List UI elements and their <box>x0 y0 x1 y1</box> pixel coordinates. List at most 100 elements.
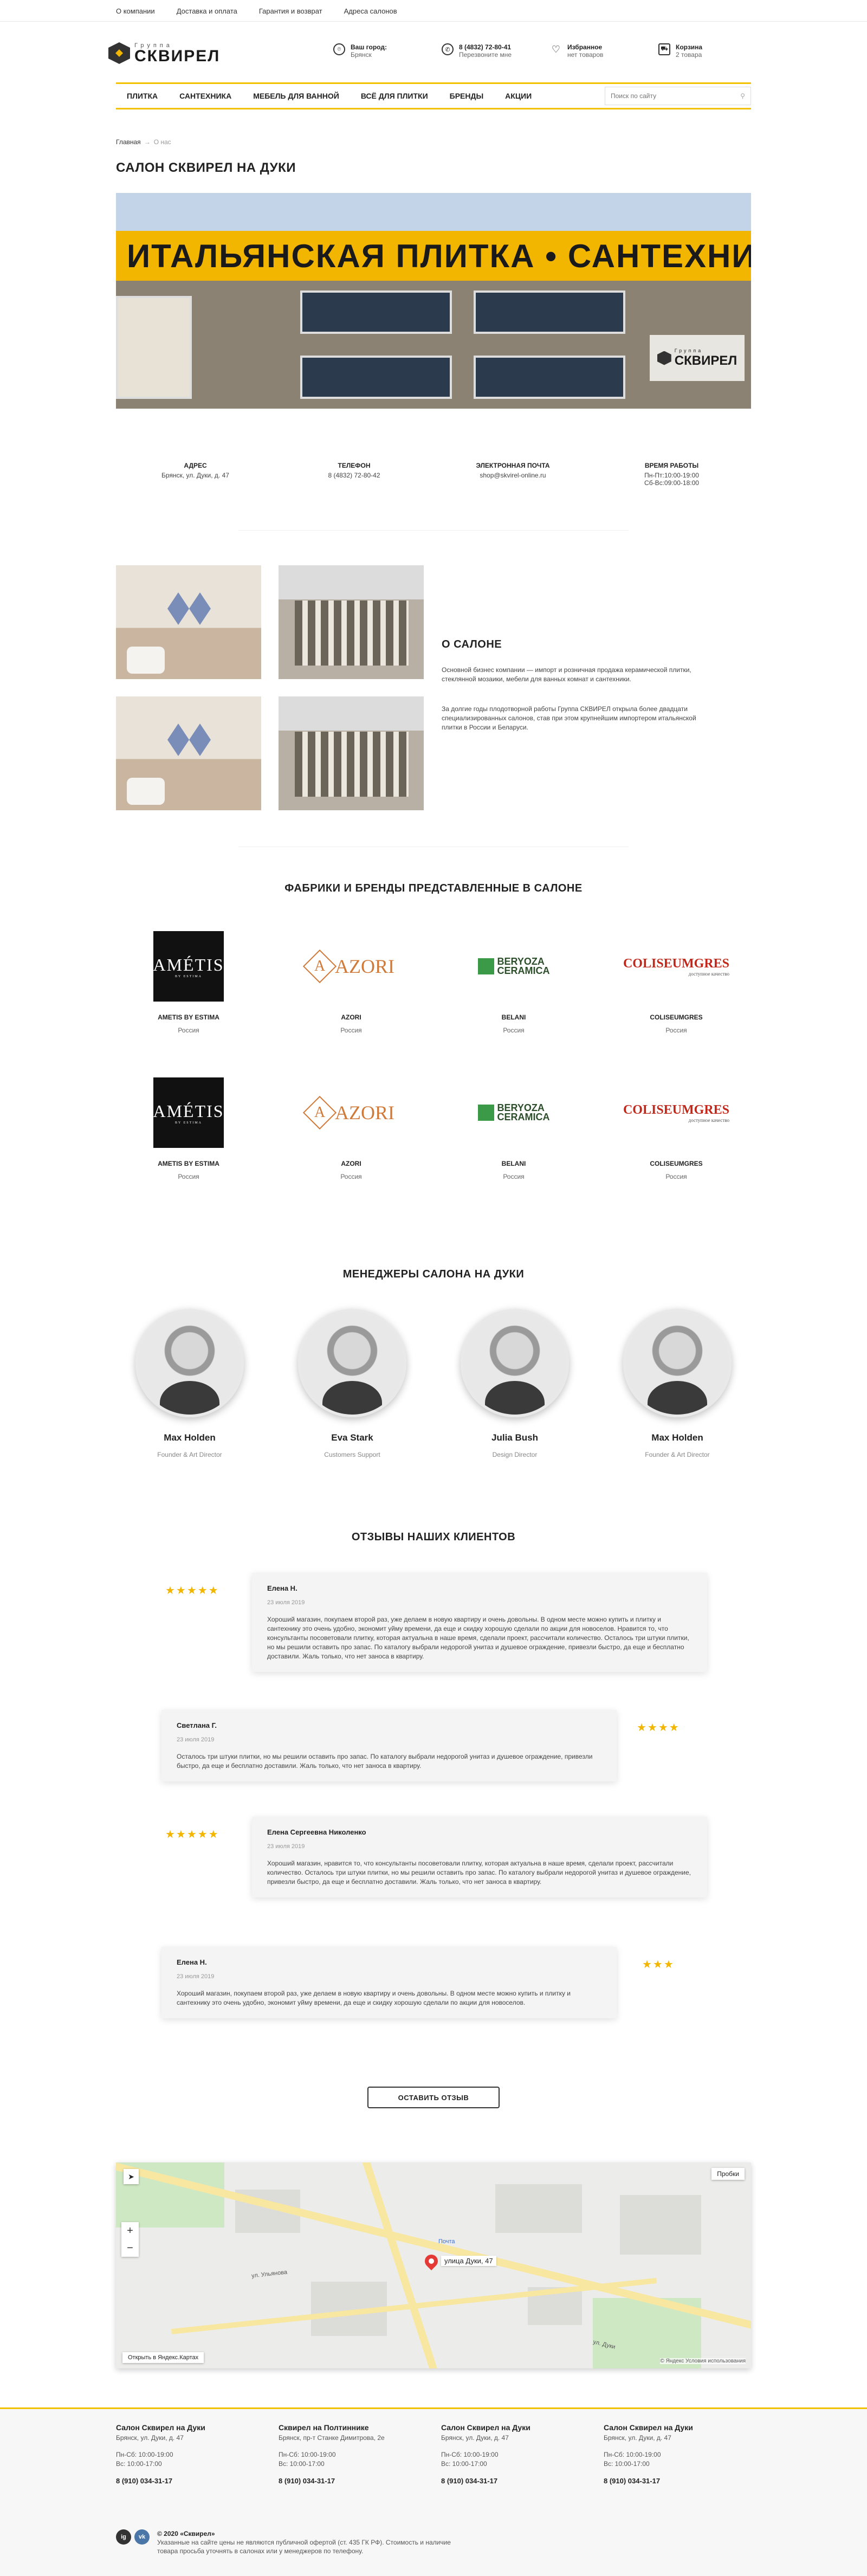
footer-legal: © 2020 «Сквирел» Указанные на сайте цены… <box>157 2529 461 2555</box>
brand-logo-text: CERAMICA <box>497 1112 550 1122</box>
brand-card[interactable]: A AZORI AZORI Россия <box>281 931 422 1034</box>
map-copyright[interactable]: © Яндекс Условия использования <box>660 2358 746 2364</box>
brand-card[interactable]: A AZORI AZORI Россия <box>281 1077 422 1180</box>
salon-contacts: Адрес Брянск, ул. Дуки, д. 47 Телефон 8 (4… <box>116 462 751 487</box>
footer-salon-address: Брянск, ул. Дуки, д. 47 <box>441 2434 509 2442</box>
footer-salon-phone[interactable]: 8 (910) 034-31-17 <box>279 2476 425 2485</box>
footer-salon-phone[interactable]: 8 (910) 034-31-17 <box>441 2476 587 2485</box>
yandex-map[interactable]: ул. Дуки Почта ул. Ульянова улица Дуки, … <box>116 2162 751 2368</box>
brand-logo-mark: A <box>314 957 326 974</box>
salon-photo[interactable] <box>116 696 261 810</box>
leave-review-button[interactable]: Оставить отзыв <box>367 2087 500 2108</box>
brand-logo: BERYOZA CERAMICA <box>477 1103 550 1122</box>
brand-country: Россия <box>340 1173 362 1180</box>
footer-salon-title[interactable]: Салон Сквирел на Дуки <box>441 2423 587 2432</box>
traffic-button[interactable]: Пробки <box>711 2168 745 2180</box>
review-author: Елена Н. <box>267 1584 297 1592</box>
search-icon[interactable]: ⚲ <box>740 92 745 100</box>
salon-photo[interactable] <box>116 565 261 679</box>
managers-title: Менеджеры салона на Дуки <box>342 1268 525 1280</box>
city-label: Ваш город: <box>351 43 387 51</box>
nav-item-furniture[interactable]: Мебель для ванной <box>242 92 350 100</box>
brand-card[interactable]: BERYOZA CERAMICA BELANI Россия <box>443 931 584 1034</box>
header-phone[interactable]: ✆ 8 (4832) 72-80-41 Перезвоните мне <box>442 43 512 59</box>
instagram-icon[interactable]: ig <box>116 2529 131 2545</box>
footer-salon-title[interactable]: Салон Сквирел на Дуки <box>116 2423 262 2432</box>
brand-card[interactable]: BERYOZA CERAMICA BELANI Россия <box>443 1077 584 1180</box>
nav-item-brands[interactable]: Бренды <box>439 92 495 100</box>
callback-link[interactable]: Перезвоните мне <box>459 51 512 59</box>
top-link-salons[interactable]: Адреса салонов <box>344 7 397 15</box>
top-link-warranty[interactable]: Гарантия и возврат <box>259 7 322 15</box>
nav-item-tiles[interactable]: Плитка <box>116 92 169 100</box>
manager-name: Eva Stark <box>331 1432 373 1443</box>
zoom-in-button[interactable]: + <box>121 2222 139 2239</box>
footer-salon-title[interactable]: Салон Сквирел на Дуки <box>604 2423 750 2432</box>
breadcrumb: Главная → О нас <box>116 138 171 146</box>
footer-salon-hours: Вс: 10:00-17:00 <box>116 2460 162 2468</box>
footer-salon-phone[interactable]: 8 (910) 034-31-17 <box>116 2476 262 2485</box>
header-favorites[interactable]: ♡ Избранное нет товаров <box>550 43 603 59</box>
map-block <box>620 2195 701 2255</box>
store-sign: ИТАЛЬЯНСКАЯ ПЛИТКА • САНТЕХНИКА <box>116 231 751 281</box>
header-cart[interactable]: ⛟ Корзина 2 товара <box>658 43 702 59</box>
main-nav: Плитка Сантехника Мебель для ванной Всё … <box>116 82 751 109</box>
breadcrumb-separator: → <box>144 138 151 146</box>
map-pin-icon[interactable] <box>422 2252 441 2270</box>
open-in-yandex-button[interactable]: Открыть в Яндекс.Картах <box>122 2352 204 2363</box>
review-rating: ★★★ <box>642 1959 675 1971</box>
review-rating: ★★★★★ <box>165 1585 219 1597</box>
brand-card[interactable]: COLISEUMGRES доступное качество COLISEUMG… <box>606 1077 747 1181</box>
footer-salon: Салон Сквирел на Дуки Брянск, ул. Дуки, … <box>116 2423 262 2485</box>
contact-title: Время работы <box>644 462 699 469</box>
map-road <box>171 2277 657 2335</box>
brand-country: Россия <box>665 1026 687 1034</box>
search-input[interactable] <box>611 92 730 100</box>
manager-card: Max Holden Founder & Art Director <box>130 1309 249 1458</box>
contact-value: Сб-Вс:09:00-18:00 <box>644 479 699 487</box>
brand-card[interactable]: COLISEUMGRES доступное качество COLISEUMG… <box>606 931 747 1035</box>
manager-photo <box>461 1309 569 1417</box>
footer-bottom: ig vk © 2020 «Сквирел» Указанные на сайт… <box>116 2529 461 2555</box>
salon-photo[interactable] <box>279 565 424 679</box>
header-city[interactable]: ⌾ Ваш город: Брянск <box>333 43 387 59</box>
geolocation-icon[interactable]: ➤ <box>124 2169 139 2184</box>
building-logo-small: Группа <box>674 347 703 353</box>
contact-title: Телефон <box>338 462 371 469</box>
review-text: Осталось три штуки плитки, но мы решили … <box>177 1753 593 1770</box>
nav-item-plumbing[interactable]: Сантехника <box>169 92 242 100</box>
brand-country: Россия <box>665 1173 687 1180</box>
zoom-out-button[interactable]: − <box>121 2239 139 2257</box>
contact-value[interactable]: shop@skvirel-online.ru <box>434 472 592 479</box>
review-card: Елена Н. 23 июля 2019 Хороший магазин, п… <box>161 1947 617 2018</box>
brand-card[interactable]: AMÉTIS BY ESTIMA AMETIS BY ESTIMA Россия <box>118 1077 259 1180</box>
footer-salon-phone[interactable]: 8 (910) 034-31-17 <box>604 2476 750 2485</box>
contact-phone: Телефон 8 (4832) 72-80-42 <box>275 462 434 487</box>
vk-icon[interactable]: vk <box>134 2529 150 2545</box>
brand-logo-sub: доступное качество <box>688 971 730 977</box>
salon-photo[interactable] <box>279 696 424 810</box>
contact-email: Электронная почта shop@skvirel-online.ru <box>434 462 592 487</box>
review-card: Елена Сергеевна Николенко 23 июля 2019 Х… <box>252 1817 707 1897</box>
brand-card[interactable]: AMÉTIS BY ESTIMA AMETIS BY ESTIMA Россия <box>118 931 259 1034</box>
manager-role: Founder & Art Director <box>157 1451 222 1458</box>
breadcrumb-home[interactable]: Главная <box>116 138 141 146</box>
cart-count: 2 товара <box>676 51 702 59</box>
review-card: Елена Н. 23 июля 2019 Хороший магазин, п… <box>252 1573 707 1672</box>
brand-logo-text: AZORI <box>335 955 394 977</box>
top-link-delivery[interactable]: Доставка и оплата <box>177 7 237 15</box>
review-author: Елена Сергеевна Николенко <box>267 1828 366 1836</box>
brands-title: Фабрики и бренды представленные в салоне <box>284 882 583 894</box>
nav-item-tile-supplies[interactable]: Всё для плитки <box>350 92 439 100</box>
nav-item-sales[interactable]: Акции <box>494 92 542 100</box>
footer-salon-hours: Пн-Сб: 10:00-19:00 <box>441 2451 499 2458</box>
review-rating: ★★★★ <box>637 1722 680 1734</box>
contact-value[interactable]: 8 (4832) 72-80-42 <box>275 472 434 479</box>
top-link-about[interactable]: О компании <box>116 7 155 15</box>
site-logo[interactable]: Группа СКВИРЕЛ <box>108 42 220 64</box>
footer-salon-title[interactable]: Сквирел на Полтинникe <box>279 2423 425 2432</box>
manager-card: Max Holden Founder & Art Director <box>618 1309 737 1458</box>
manager-photo <box>623 1309 732 1417</box>
manager-name: Max Holden <box>651 1432 703 1443</box>
review-author: Елена Н. <box>177 1958 207 1966</box>
